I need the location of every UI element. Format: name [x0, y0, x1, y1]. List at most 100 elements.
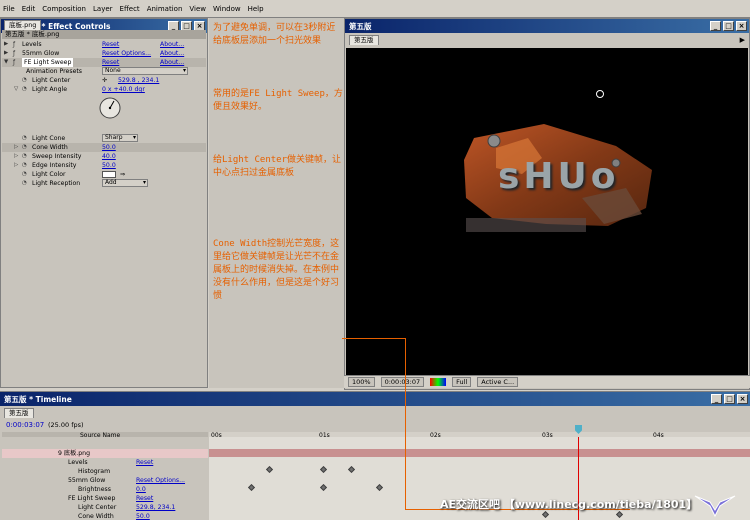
composition-tabs: 第五版 — [349, 35, 379, 45]
stopwatch-icon[interactable]: ◔ — [22, 170, 27, 179]
timeline-layer-outline: 9 底板.png Levels Reset Histogram 55mm Glow… — [2, 437, 208, 520]
timeline-property-row[interactable]: Cone Width 50.0 — [2, 512, 208, 520]
fx-icon[interactable]: ƒ — [13, 58, 15, 67]
zoom-select[interactable]: 100% — [348, 377, 375, 387]
timeline-current-time[interactable]: 0:00:03:07 — [6, 421, 44, 429]
close-button[interactable]: × — [736, 21, 747, 31]
timeline-fps: (25.00 fps) — [48, 421, 84, 429]
light-color-swatch[interactable] — [102, 171, 116, 178]
menu-window[interactable]: Window — [213, 5, 241, 13]
reset-options-link[interactable]: Reset Options... — [102, 49, 151, 58]
timeline-layer-row[interactable]: 9 底板.png — [2, 449, 208, 458]
timeline-property-row[interactable]: FE Light Sweep Reset — [2, 494, 208, 503]
keyframe-icon[interactable] — [319, 483, 328, 492]
annotation-leader-line — [342, 338, 406, 339]
tab-timeline-comp[interactable]: 第五版 — [4, 408, 34, 418]
expand-triangle-icon[interactable]: ▷ — [14, 152, 18, 161]
keyframe-icon[interactable] — [247, 483, 256, 492]
minimize-button[interactable]: _ — [711, 394, 722, 404]
effect-controls-tabs: 底板.png — [4, 20, 42, 30]
menu-help[interactable]: Help — [248, 5, 264, 13]
crosshair-icon[interactable]: ✛ — [102, 76, 107, 85]
menu-effect[interactable]: Effect — [120, 5, 140, 13]
expand-triangle-icon[interactable]: ▷ — [14, 161, 18, 170]
tab-effect-layer[interactable]: 底板.png — [4, 20, 42, 30]
fx-icon[interactable]: ƒ — [13, 49, 15, 58]
layer-duration-bar[interactable] — [209, 449, 750, 457]
logo-text: sHUo — [498, 156, 620, 197]
eyedropper-icon[interactable]: ⇒ — [120, 170, 125, 179]
tab-composition[interactable]: 第五版 — [349, 35, 379, 45]
about-link[interactable]: About... — [160, 58, 184, 67]
timeline-property-row[interactable]: Brightness 0.0 — [2, 485, 208, 494]
keyframe-icon[interactable] — [347, 465, 356, 474]
keyframe-icon[interactable] — [265, 465, 274, 474]
reset-link[interactable]: Reset — [102, 58, 119, 67]
panel-menu-icon[interactable]: ▶ — [740, 36, 745, 44]
timeline-tabs: 第五版 — [4, 408, 34, 418]
menu-bar: File Edit Composition Layer Effect Anima… — [0, 0, 750, 18]
expand-triangle-icon[interactable]: ▶ — [4, 49, 8, 58]
effect-row-levels[interactable]: ▶ ƒ Levels Reset About... — [2, 40, 206, 49]
property-light-reception: ◔ Light Reception Add — [2, 179, 206, 188]
menu-layer[interactable]: Layer — [93, 5, 113, 13]
annotation-note-1: 为了避免单调，可以在3秒附近给底板层添加一个扫光效果 — [213, 23, 336, 46]
menu-edit[interactable]: Edit — [22, 5, 36, 13]
collapse-triangle-icon[interactable]: ▽ — [14, 85, 18, 94]
angle-dial-icon[interactable] — [98, 96, 122, 120]
timeline-property-row[interactable]: 55mm Glow Reset Options... — [2, 476, 208, 485]
close-button[interactable]: × — [737, 394, 748, 404]
property-edge-intensity: ▷ ◔ Edge Intensity 50.0 — [14, 161, 116, 170]
expand-triangle-icon[interactable]: ▶ — [4, 40, 8, 49]
fx-icon[interactable]: ƒ — [13, 40, 15, 49]
annotation-note-2: 常用的是FE Light Sweep，方便且效果好。 — [213, 89, 343, 112]
stopwatch-icon[interactable]: ◔ — [22, 134, 27, 143]
stopwatch-icon[interactable]: ◔ — [22, 85, 27, 94]
menu-file[interactable]: File — [3, 5, 15, 13]
menu-view[interactable]: View — [189, 5, 206, 13]
animation-presets-select[interactable]: None — [102, 67, 188, 75]
stopwatch-icon[interactable]: ◔ — [22, 76, 27, 85]
maximize-button[interactable]: □ — [724, 394, 735, 404]
keyframe-icon[interactable] — [319, 465, 328, 474]
timeline-property-row[interactable]: Levels Reset — [2, 458, 208, 467]
timeline-title: 第五版 * Timeline — [4, 394, 72, 404]
resolution-select[interactable]: Full — [452, 377, 472, 387]
sweep-intensity-value[interactable]: 40.0 — [102, 152, 116, 161]
property-light-center: ◔ Light Center ✛ 529.8 , 234.1 — [22, 76, 160, 85]
stopwatch-icon[interactable]: ◔ — [22, 152, 27, 161]
about-link[interactable]: About... — [160, 49, 184, 58]
about-link[interactable]: About... — [160, 40, 184, 49]
light-cone-select[interactable]: Sharp — [102, 134, 138, 142]
collapse-triangle-icon[interactable]: ▼ — [4, 58, 8, 67]
expand-triangle-icon[interactable]: ▷ — [14, 143, 18, 152]
cone-width-value[interactable]: 50.0 — [102, 143, 116, 152]
light-center-value[interactable]: 529.8 , 234.1 — [118, 76, 159, 85]
channels-icon[interactable] — [430, 378, 447, 386]
composition-viewer[interactable]: sHUo — [346, 48, 748, 375]
light-reception-select[interactable]: Add — [102, 179, 148, 187]
menu-animation[interactable]: Animation — [147, 5, 183, 13]
timeline-property-row[interactable]: Histogram — [2, 467, 208, 476]
reset-link[interactable]: Reset — [102, 40, 119, 49]
effect-row-glow[interactable]: ▶ ƒ 55mm Glow Reset Options... About... — [2, 49, 206, 58]
annotation-note-4: Cone Width控制光芒宽度，这里给它做关键帧是让光芒不在金属板上的时候消失… — [213, 239, 340, 301]
composition-titlebar: 第五版 _ □ × — [345, 19, 749, 33]
menu-composition[interactable]: Composition — [42, 5, 86, 13]
keyframe-icon[interactable] — [375, 483, 384, 492]
property-sweep-intensity: ▷ ◔ Sweep Intensity 40.0 — [14, 152, 116, 161]
camera-select[interactable]: Active C... — [477, 377, 519, 387]
timeline-property-row[interactable]: Light Center 529.8, 234.1 — [2, 503, 208, 512]
edge-intensity-value[interactable]: 50.0 — [102, 161, 116, 170]
property-light-color: ◔ Light Color ⇒ — [22, 170, 126, 179]
stopwatch-icon[interactable]: ◔ — [22, 179, 27, 188]
minimize-button[interactable]: _ — [710, 21, 721, 31]
stopwatch-icon[interactable]: ◔ — [22, 143, 27, 152]
current-time-display[interactable]: 0:00:03:07 — [380, 377, 425, 387]
maximize-button[interactable]: □ — [723, 21, 734, 31]
light-angle-value[interactable]: 0 x +40.0 dgr — [102, 85, 145, 94]
stopwatch-icon[interactable]: ◔ — [22, 161, 27, 170]
light-center-crosshair-icon[interactable] — [596, 90, 604, 98]
watermark-logo-icon — [694, 495, 736, 518]
effect-row-light-sweep[interactable]: ▼ ƒ FE Light Sweep Reset About... — [2, 58, 206, 67]
